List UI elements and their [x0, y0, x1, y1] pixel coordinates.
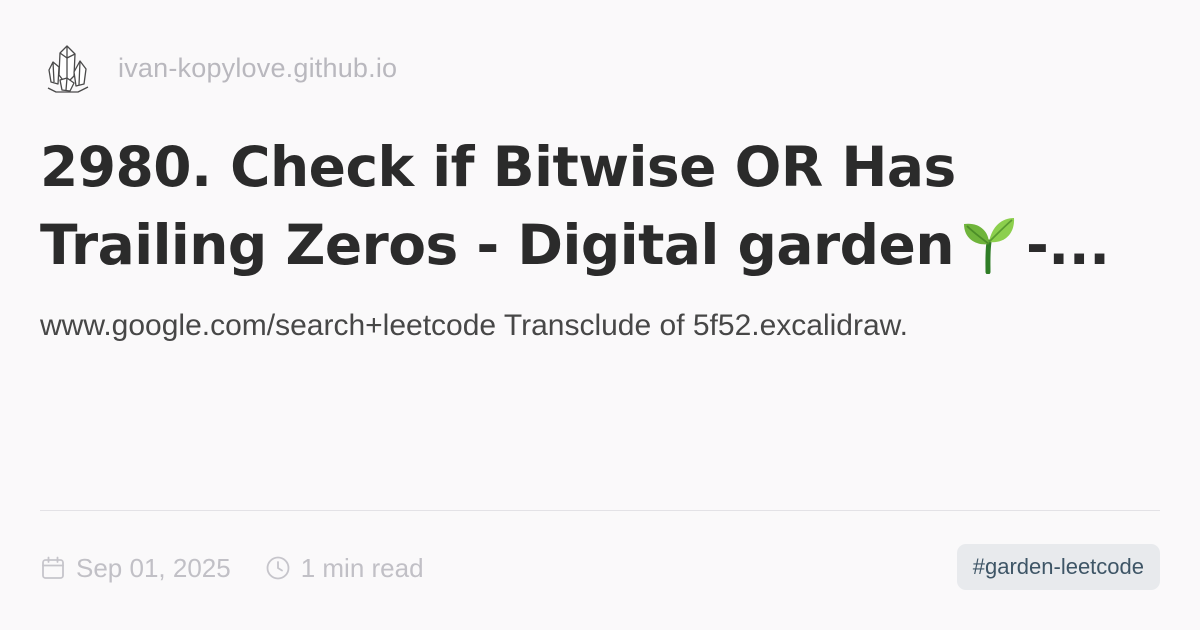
page-title: 2980. Check if Bitwise OR Has Trailing Z…	[40, 128, 1160, 284]
site-domain[interactable]: ivan-kopylove.github.io	[118, 53, 397, 84]
tag-garden-leetcode[interactable]: #garden-leetcode	[956, 544, 1160, 590]
seedling-icon	[963, 218, 1015, 274]
publish-date-text: Sep 01, 2025	[76, 552, 231, 583]
site-header: ivan-kopylove.github.io	[44, 42, 397, 94]
title-line-2: Trailing Zeros - Digital garden -...	[40, 206, 1160, 284]
page-description: www.google.com/search+leetcode Transclud…	[40, 309, 908, 342]
divider	[40, 510, 1160, 511]
clock-icon	[266, 556, 290, 580]
title-line-2-text: Trailing Zeros - Digital garden	[40, 213, 954, 277]
title-line-2-ellipsis: -...	[1025, 213, 1110, 277]
title-line-1: 2980. Check if Bitwise OR Has	[40, 135, 956, 199]
post-meta: Sep 01, 2025 1 min read	[40, 546, 424, 590]
publish-date: Sep 01, 2025	[40, 553, 231, 584]
reading-time: 1 min read	[265, 553, 424, 584]
reading-time-text: 1 min read	[300, 552, 424, 583]
calendar-icon	[42, 556, 64, 579]
crystal-cluster-icon	[47, 45, 89, 93]
